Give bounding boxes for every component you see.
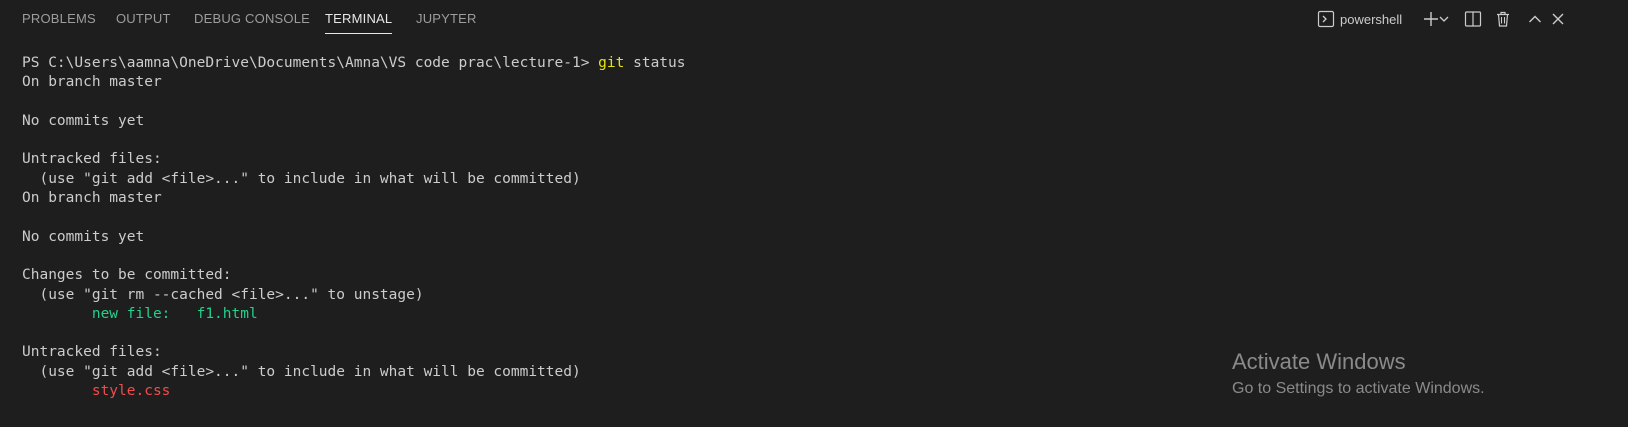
trash-icon[interactable] [1491,6,1515,32]
terminal-line: Changes to be committed: [22,267,232,284]
panel-tab-bar: PROBLEMS OUTPUT DEBUG CONSOLE TERMINAL J… [0,0,1628,38]
tab-output[interactable]: OUTPUT [116,11,171,26]
command-name: git [598,55,625,71]
terminal-line: (use "git rm --cached <file>..." to unst… [22,286,424,303]
staged-file-line: new file: f1.html [22,305,258,322]
terminal-icon[interactable] [1314,6,1338,32]
tab-terminal-label: TERMINAL [325,11,393,26]
terminal-line: (use "git add <file>..." to include in w… [22,170,581,187]
split-icon[interactable] [1461,6,1485,32]
chevron-up-icon[interactable] [1523,6,1547,32]
terminal-line: On branch master [22,74,162,91]
terminal-line: On branch master [22,190,162,207]
watermark-title: Activate Windows [1232,349,1406,374]
tab-terminal[interactable]: TERMINAL [325,11,393,34]
close-icon[interactable] [1546,6,1570,32]
prompt-text: PS C:\Users\aamna\OneDrive\Documents\Amn… [22,55,599,71]
terminal-line: Untracked files: [22,151,162,168]
tab-debug-console[interactable]: DEBUG CONSOLE [194,11,310,26]
tab-jupyter[interactable]: JUPYTER [416,11,477,26]
terminal-line: No commits yet [22,228,145,245]
watermark-subtitle: Go to Settings to activate Windows. [1232,380,1485,397]
tab-problems[interactable]: PROBLEMS [22,11,96,26]
activate-windows-watermark: Activate Windows Go to Settings to activ… [1232,348,1485,400]
terminal-line: No commits yet [22,112,145,129]
command-args: status [624,55,686,71]
terminal-line-command: PS C:\Users\aamna\OneDrive\Documents\Amn… [22,54,1582,73]
active-tab-indicator [325,33,393,34]
shell-name-label[interactable]: powershell [1340,12,1402,27]
chevron-down-icon[interactable] [1436,6,1452,32]
terminal-panel: PROBLEMS OUTPUT DEBUG CONSOLE TERMINAL J… [0,0,1628,427]
terminal-actions: powershell [1314,6,1628,32]
